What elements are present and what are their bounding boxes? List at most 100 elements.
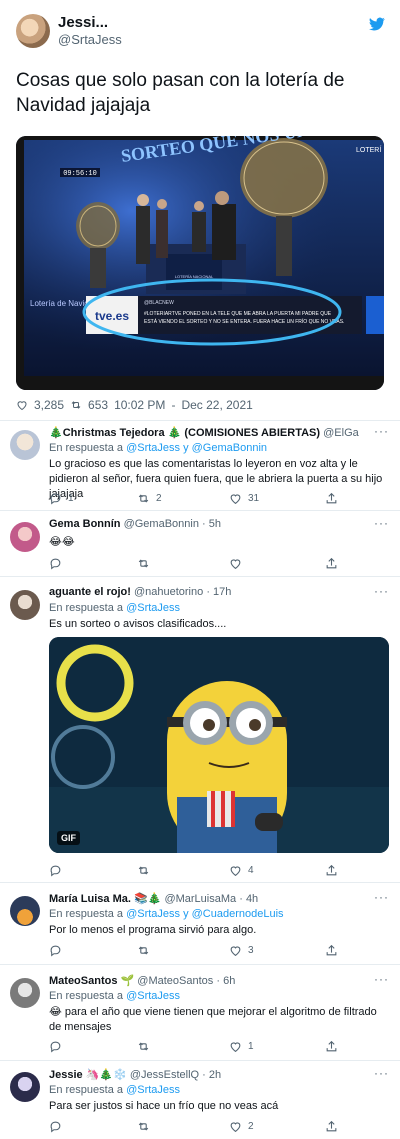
reply-action[interactable]: [49, 557, 68, 570]
reply-author-handle[interactable]: @MarLuisaMa: [164, 893, 236, 905]
reply-icon: [50, 558, 61, 570]
reply-age[interactable]: 6h: [223, 975, 235, 987]
reply-avatar[interactable]: [10, 1072, 40, 1102]
reply-age[interactable]: 4h: [246, 893, 258, 905]
more-icon[interactable]: ···: [374, 890, 389, 904]
like-action[interactable]: 31: [229, 492, 259, 505]
reply-age[interactable]: 2h: [209, 1069, 221, 1081]
like-action[interactable]: 1: [229, 1040, 254, 1053]
reply-author-handle[interactable]: @GemaBonnin: [124, 518, 199, 530]
like-action[interactable]: [229, 557, 248, 570]
channel-logo: tve.es: [95, 309, 129, 323]
reply-actions: 1 2 31: [49, 492, 379, 506]
share-action[interactable]: [325, 1040, 338, 1053]
share-action[interactable]: [325, 492, 338, 505]
reply-icon: [50, 865, 61, 877]
clock: 09:56:10: [63, 170, 97, 178]
share-icon: [326, 864, 337, 876]
reply-age[interactable]: 17h: [213, 586, 231, 598]
like-count: 2: [248, 1121, 254, 1132]
reply-action[interactable]: [49, 1040, 68, 1053]
reply-author-name[interactable]: María Luisa Ma. 📚🎄: [49, 893, 161, 905]
like-count[interactable]: 3,285: [34, 398, 64, 412]
in-reply-mentions[interactable]: @SrtaJess: [126, 602, 180, 614]
retweet-icon: [138, 866, 149, 875]
more-icon[interactable]: ···: [374, 424, 389, 438]
in-reply-mentions[interactable]: @SrtaJess y @GemaBonnin: [126, 442, 267, 454]
retweet-action[interactable]: [137, 864, 156, 877]
reply-icon: [50, 1041, 61, 1053]
reply-avatar[interactable]: [10, 590, 40, 620]
ticker-line-1: #LOTERIARTVE PONED EN LA TELE QUE ME ABR…: [144, 311, 332, 317]
in-reply-prefix: En respuesta a: [49, 908, 123, 920]
heart-icon[interactable]: [16, 399, 28, 411]
like-action[interactable]: 4: [229, 864, 254, 877]
in-reply-to: En respuesta a @SrtaJess: [49, 1084, 180, 1096]
like-action[interactable]: 2: [229, 1120, 254, 1133]
more-icon[interactable]: ···: [374, 972, 389, 986]
in-reply-mentions[interactable]: @SrtaJess y @CuadernodeLuis: [126, 908, 283, 920]
retweet-action[interactable]: [137, 1120, 156, 1133]
retweet-icon: [138, 1122, 149, 1131]
retweet-icon: [138, 494, 149, 503]
reply-gif[interactable]: GIF: [49, 637, 389, 853]
like-action[interactable]: 3: [229, 944, 254, 957]
more-icon[interactable]: ···: [374, 584, 389, 598]
tweet-date[interactable]: Dec 22, 2021: [181, 398, 252, 412]
reply-action[interactable]: 1: [49, 492, 74, 505]
reply-actions: 4: [49, 864, 379, 878]
in-reply-prefix: En respuesta a: [49, 990, 123, 1002]
in-reply-mentions[interactable]: @SrtaJess: [126, 1084, 180, 1096]
reply-author-handle[interactable]: @nahuetorino: [134, 586, 203, 598]
reply-actions: [49, 557, 379, 571]
heart-icon: [230, 1122, 241, 1133]
in-reply-mentions[interactable]: @SrtaJess: [126, 990, 180, 1002]
share-action[interactable]: [325, 944, 338, 957]
in-reply-prefix: En respuesta a: [49, 602, 123, 614]
retweet-action[interactable]: [137, 1040, 156, 1053]
retweet-action[interactable]: [137, 557, 156, 570]
reply-avatar[interactable]: [10, 978, 40, 1008]
divider: [0, 420, 400, 421]
reply-author-name[interactable]: aguante el rojo!: [49, 586, 131, 598]
reply-avatar[interactable]: [10, 896, 40, 926]
author-avatar[interactable]: [16, 14, 50, 48]
tweet-photo[interactable]: LOTERÍA NACIONAL SORTEO QUE NOS UNE 09:5…: [16, 136, 384, 390]
author-handle[interactable]: @SrtaJess: [58, 32, 122, 47]
reply-header: María Luisa Ma. 📚🎄 @MarLuisaMa · 4h: [49, 892, 359, 905]
tweet-time[interactable]: 10:02 PM: [114, 398, 165, 412]
retweet-action[interactable]: 2: [137, 492, 162, 505]
twitter-bird-icon[interactable]: [368, 16, 386, 32]
reply-action[interactable]: [49, 944, 68, 957]
reply-author-name[interactable]: Jessie 🦄🎄❄️: [49, 1069, 127, 1081]
reply-text: Por lo menos el programa sirvió para alg…: [49, 924, 257, 936]
reply-author-handle[interactable]: @JessEstellQ: [130, 1069, 199, 1081]
reply-action[interactable]: [49, 864, 68, 877]
reply-actions: 2: [49, 1120, 379, 1134]
reply-author-handle[interactable]: @MateoSantos: [137, 975, 213, 987]
retweet-action[interactable]: [137, 944, 156, 957]
reply-author-name[interactable]: Gema Bonnín: [49, 518, 121, 530]
gif-badge: GIF: [57, 831, 80, 845]
reply-dot: ·: [216, 975, 221, 987]
author-name[interactable]: Jessi...: [58, 14, 108, 31]
reply-author-name[interactable]: 🎄Christmas Tejedora 🎄 (COMISIONES ABIERT…: [49, 427, 320, 439]
reply-avatar[interactable]: [10, 522, 40, 552]
heart-icon: [230, 559, 241, 570]
tweet-header: Jessi... @SrtaJess: [0, 0, 400, 60]
retweet-count[interactable]: 653: [88, 398, 108, 412]
share-action[interactable]: [325, 557, 338, 570]
reply-age[interactable]: 5h: [209, 518, 221, 530]
reply-author-name[interactable]: MateoSantos 🌱: [49, 975, 134, 987]
more-icon[interactable]: ···: [374, 1066, 389, 1080]
divider: [0, 882, 400, 883]
share-action[interactable]: [325, 1120, 338, 1133]
retweet-icon[interactable]: [70, 399, 82, 411]
reply-action[interactable]: [49, 1120, 68, 1133]
more-icon[interactable]: ···: [374, 516, 389, 530]
share-action[interactable]: [325, 864, 338, 877]
reply-author-handle[interactable]: @ElGan...: [323, 427, 359, 439]
divider: [0, 510, 400, 511]
reply-avatar[interactable]: [10, 430, 40, 460]
divider: [0, 964, 400, 965]
